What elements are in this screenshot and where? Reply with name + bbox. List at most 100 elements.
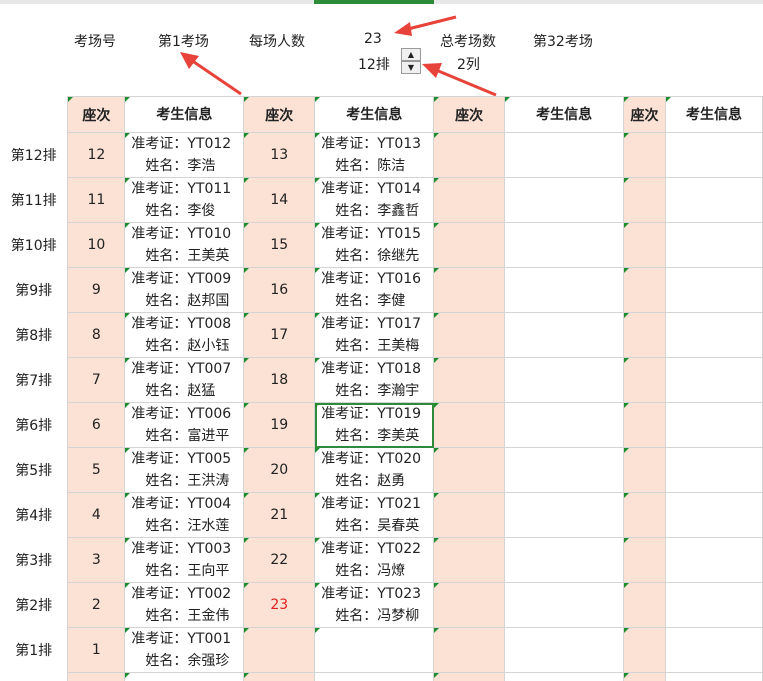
seat-number-cell[interactable] bbox=[243, 627, 316, 673]
seat-number-cell[interactable]: 5 bbox=[67, 447, 126, 493]
empty-seat-cell[interactable] bbox=[433, 312, 506, 358]
empty-info-cell[interactable] bbox=[504, 492, 625, 538]
student-info-cell[interactable]: 准考证：YT021 姓名：吴春英 bbox=[314, 492, 435, 538]
student-info-cell[interactable]: 准考证：YT017 姓名：王美梅 bbox=[314, 312, 435, 358]
empty-seat-cell[interactable] bbox=[433, 627, 506, 673]
empty-info-cell[interactable] bbox=[664, 537, 763, 583]
empty-info-cell[interactable] bbox=[664, 357, 763, 403]
empty-seat-cell[interactable] bbox=[433, 402, 506, 448]
seat-number-cell[interactable]: 21 bbox=[243, 492, 316, 538]
student-info-cell[interactable]: 准考证：YT003 姓名：王向平 bbox=[124, 537, 245, 583]
student-info-cell[interactable]: 准考证：YT002 姓名：王金伟 bbox=[124, 582, 245, 628]
student-info-cell[interactable]: 准考证：YT015 姓名：徐继先 bbox=[314, 222, 435, 268]
empty-info-cell[interactable] bbox=[504, 627, 625, 673]
seat-number-cell[interactable]: 19 bbox=[243, 402, 316, 448]
empty-seat-cell[interactable] bbox=[623, 267, 666, 313]
empty-info-cell[interactable] bbox=[314, 672, 435, 681]
empty-seat-cell[interactable] bbox=[623, 582, 666, 628]
info-column-header[interactable]: 考生信息 bbox=[124, 96, 245, 133]
student-info-cell[interactable]: 准考证：YT001 姓名：余强珍 bbox=[124, 627, 245, 673]
student-info-cell[interactable]: 准考证：YT009 姓名：赵邦国 bbox=[124, 267, 245, 313]
empty-info-cell[interactable] bbox=[504, 672, 625, 681]
seat-number-cell[interactable]: 16 bbox=[243, 267, 316, 313]
seat-number-cell[interactable]: 12 bbox=[67, 132, 126, 178]
row-label[interactable] bbox=[0, 672, 69, 681]
empty-seat-cell[interactable] bbox=[623, 222, 666, 268]
seat-column-header[interactable]: 座次 bbox=[433, 96, 506, 133]
empty-seat-cell[interactable] bbox=[433, 267, 506, 313]
seat-number-cell[interactable]: 15 bbox=[243, 222, 316, 268]
empty-seat-cell[interactable] bbox=[433, 177, 506, 223]
empty-info-cell[interactable] bbox=[664, 627, 763, 673]
row-label[interactable]: 第10排 bbox=[0, 222, 69, 268]
student-info-cell[interactable]: 准考证：YT004 姓名：汪水莲 bbox=[124, 492, 245, 538]
empty-seat-cell[interactable] bbox=[67, 672, 126, 681]
empty-seat-cell[interactable] bbox=[243, 672, 316, 681]
student-info-cell[interactable]: 准考证：YT020 姓名：赵勇 bbox=[314, 447, 435, 493]
empty-info-cell[interactable] bbox=[504, 537, 625, 583]
row-label[interactable]: 第3排 bbox=[0, 537, 69, 583]
student-info-cell[interactable]: 准考证：YT022 姓名：冯燎 bbox=[314, 537, 435, 583]
per-room-value[interactable]: 23 bbox=[364, 31, 382, 47]
row-label[interactable]: 第12排 bbox=[0, 132, 69, 178]
empty-info-cell[interactable] bbox=[504, 222, 625, 268]
empty-seat-cell[interactable] bbox=[433, 582, 506, 628]
empty-seat-cell[interactable] bbox=[623, 312, 666, 358]
student-info-cell[interactable]: 准考证：YT014 姓名：李鑫哲 bbox=[314, 177, 435, 223]
corner-cell[interactable] bbox=[0, 96, 69, 133]
exam-room-value[interactable]: 第1考场 bbox=[158, 31, 209, 51]
student-info-cell[interactable]: 准考证：YT007 姓名：赵猛 bbox=[124, 357, 245, 403]
row-label[interactable]: 第9排 bbox=[0, 267, 69, 313]
row-label[interactable]: 第11排 bbox=[0, 177, 69, 223]
empty-seat-cell[interactable] bbox=[623, 177, 666, 223]
seat-number-cell[interactable]: 18 bbox=[243, 357, 316, 403]
empty-seat-cell[interactable] bbox=[623, 357, 666, 403]
info-column-header[interactable]: 考生信息 bbox=[314, 96, 435, 133]
empty-info-cell[interactable] bbox=[664, 267, 763, 313]
empty-seat-cell[interactable] bbox=[433, 537, 506, 583]
student-info-cell[interactable]: 准考证：YT006 姓名：富进平 bbox=[124, 402, 245, 448]
seat-number-cell[interactable]: 3 bbox=[67, 537, 126, 583]
seat-number-cell[interactable]: 10 bbox=[67, 222, 126, 268]
seat-column-header[interactable]: 座次 bbox=[67, 96, 126, 133]
seat-number-cell[interactable]: 17 bbox=[243, 312, 316, 358]
empty-info-cell[interactable] bbox=[504, 582, 625, 628]
seat-number-cell[interactable]: 6 bbox=[67, 402, 126, 448]
seat-number-cell[interactable]: 1 bbox=[67, 627, 126, 673]
spin-up-button[interactable]: ▲ bbox=[401, 48, 421, 61]
empty-info-cell[interactable] bbox=[664, 447, 763, 493]
empty-info-cell[interactable] bbox=[504, 132, 625, 178]
empty-seat-cell[interactable] bbox=[623, 627, 666, 673]
empty-info-cell[interactable] bbox=[504, 267, 625, 313]
empty-seat-cell[interactable] bbox=[623, 402, 666, 448]
student-info-cell[interactable]: 准考证：YT018 姓名：李瀚宇 bbox=[314, 357, 435, 403]
info-column-header[interactable]: 考生信息 bbox=[504, 96, 625, 133]
seat-number-cell[interactable]: 23 bbox=[243, 582, 316, 628]
seat-number-cell[interactable]: 13 bbox=[243, 132, 316, 178]
seat-column-header[interactable]: 座次 bbox=[623, 96, 666, 133]
empty-info-cell[interactable] bbox=[664, 222, 763, 268]
empty-info-cell[interactable] bbox=[504, 447, 625, 493]
student-info-cell[interactable]: 准考证：YT008 姓名：赵小钰 bbox=[124, 312, 245, 358]
student-info-cell[interactable]: 准考证：YT023 姓名：冯梦柳 bbox=[314, 582, 435, 628]
empty-seat-cell[interactable] bbox=[623, 447, 666, 493]
student-info-cell[interactable]: 准考证：YT011 姓名：李俊 bbox=[124, 177, 245, 223]
seat-number-cell[interactable]: 14 bbox=[243, 177, 316, 223]
empty-seat-cell[interactable] bbox=[433, 492, 506, 538]
info-column-header[interactable]: 考生信息 bbox=[664, 96, 763, 133]
empty-seat-cell[interactable] bbox=[623, 672, 666, 681]
empty-seat-cell[interactable] bbox=[433, 132, 506, 178]
row-label[interactable]: 第8排 bbox=[0, 312, 69, 358]
seat-number-cell[interactable]: 11 bbox=[67, 177, 126, 223]
student-info-cell[interactable]: 准考证：YT010 姓名：王美英 bbox=[124, 222, 245, 268]
empty-info-cell[interactable] bbox=[664, 177, 763, 223]
empty-seat-cell[interactable] bbox=[623, 132, 666, 178]
row-label[interactable]: 第2排 bbox=[0, 582, 69, 628]
empty-seat-cell[interactable] bbox=[623, 537, 666, 583]
row-label[interactable]: 第4排 bbox=[0, 492, 69, 538]
seat-number-cell[interactable]: 2 bbox=[67, 582, 126, 628]
row-label[interactable]: 第1排 bbox=[0, 627, 69, 673]
empty-info-cell[interactable] bbox=[124, 672, 245, 681]
empty-seat-cell[interactable] bbox=[433, 672, 506, 681]
empty-info-cell[interactable] bbox=[664, 492, 763, 538]
